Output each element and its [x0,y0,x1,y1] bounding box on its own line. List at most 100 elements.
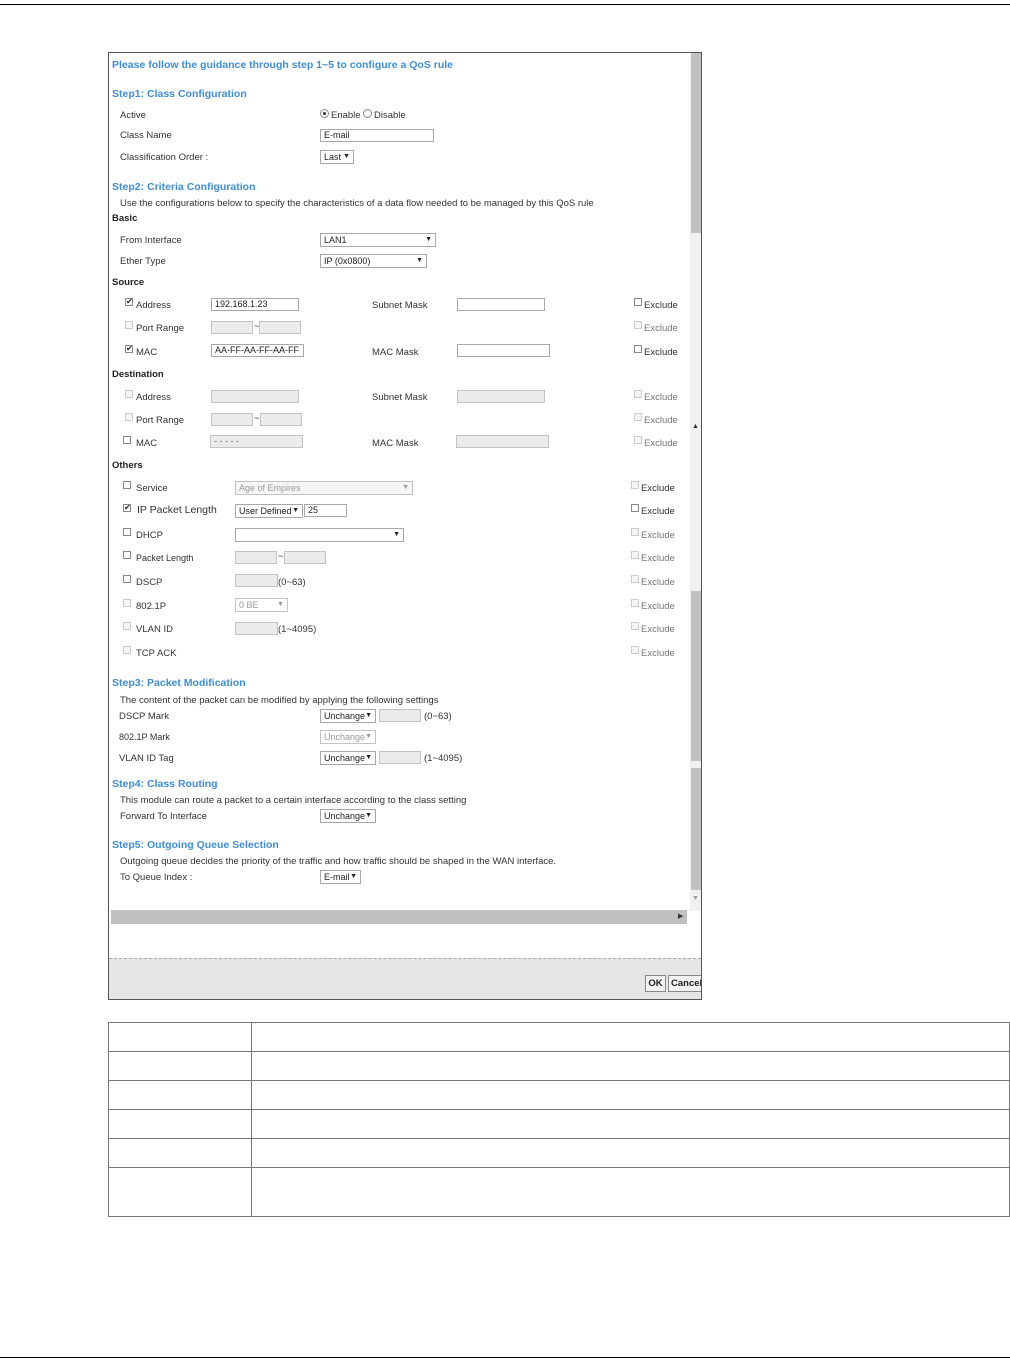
destination-port-range-checkbox[interactable] [125,413,133,421]
scrollbar-thumb-middle[interactable] [691,591,701,761]
table-cell [251,1138,1010,1168]
exclude-label: Exclude [644,347,678,358]
vlan-tag-input[interactable] [379,751,421,764]
destination-label: Destination [112,369,164,380]
chevron-down-icon: ▼ [393,531,400,538]
exclude-label: Exclude [644,415,678,426]
packet-length-checkbox[interactable] [123,551,131,559]
classification-order-select[interactable]: Last ▼ [320,150,354,164]
ip-packet-length-label: IP Packet Length [137,504,217,516]
horizontal-scrollbar[interactable] [111,910,687,924]
scrollbar-thumb-bottom[interactable] [691,768,701,890]
from-interface-select[interactable]: LAN1 ▼ [320,233,436,247]
destination-port-start-input[interactable] [211,413,253,426]
packet-length-label: Packet Length [136,553,194,563]
forward-interface-select[interactable]: Unchange ▼ [320,809,376,823]
scroll-right-icon[interactable]: ▶ [678,912,683,920]
packet-length-exclude-checkbox[interactable] [631,551,639,559]
destination-address-input[interactable] [211,390,299,403]
source-mac-input[interactable]: AA-FF-AA-FF-AA-FF [211,344,304,357]
vlan-tag-select[interactable]: Unchange ▼ [320,751,376,765]
exclude-label: Exclude [641,624,675,635]
enable-radio[interactable] [320,109,329,118]
source-address-exclude-checkbox[interactable] [634,298,642,306]
destination-subnet-mask-label: Subnet Mask [372,392,428,403]
destination-port-end-input[interactable] [260,413,302,426]
dhcp-exclude-checkbox[interactable] [631,528,639,536]
table-row [108,1051,1010,1081]
bottom-rule [0,1357,1010,1358]
source-port-range-checkbox[interactable] [125,321,133,329]
chevron-down-icon: ▼ [365,812,372,819]
scroll-down-icon[interactable]: ▼ [692,895,699,902]
step5-heading: Step5: Outgoing Queue Selection [112,839,279,851]
service-select[interactable]: Age of Empires ▼ [235,481,413,495]
vlan-id-label: VLAN ID [136,624,173,635]
destination-mac-mask-input[interactable] [456,435,549,448]
8021p-checkbox[interactable] [123,599,131,607]
source-mac-mask-input[interactable] [457,344,550,357]
vlan-id-input[interactable] [235,622,278,635]
8021p-exclude-checkbox[interactable] [631,599,639,607]
packet-length-end-input[interactable] [284,551,326,564]
dhcp-label: DHCP [136,530,163,541]
class-name-label: Class Name [120,130,172,141]
source-port-end-input[interactable] [259,321,301,334]
scrollbar-thumb-top[interactable] [691,53,701,233]
dscp-checkbox[interactable] [123,575,131,583]
destination-mac-exclude-checkbox[interactable] [634,436,642,444]
8021p-select[interactable]: 0 BE ▼ [235,598,288,612]
tcp-ack-label: TCP ACK [136,648,177,659]
vertical-scrollbar[interactable]: ▲ ▼ [690,53,701,911]
ether-type-label: Ether Type [120,256,166,267]
dscp-input[interactable] [235,574,278,587]
destination-address-checkbox[interactable] [125,390,133,398]
dhcp-checkbox[interactable] [123,528,131,536]
class-name-input[interactable]: E-mail [320,129,434,142]
source-address-input[interactable]: 192.168.1.23 [211,298,299,311]
scroll-up-icon[interactable]: ▲ [692,423,699,430]
source-mac-exclude-checkbox[interactable] [634,345,642,353]
table-row [108,1080,1010,1110]
ip-packet-length-checkbox[interactable]: ✔ [123,504,131,512]
ip-packet-length-input[interactable]: 25 [304,504,347,517]
exclude-label: Exclude [644,300,678,311]
dhcp-select[interactable]: ▼ [235,528,404,542]
8021p-mark-select[interactable]: Unchange ▼ [320,730,376,744]
dscp-mark-input[interactable] [379,709,421,722]
basic-label: Basic [112,213,138,224]
step1-heading: Step1: Class Configuration [112,88,247,100]
chevron-down-icon: ▼ [365,754,372,761]
source-port-start-input[interactable] [211,321,253,334]
table-cell [251,1167,1010,1217]
ip-packet-length-mode-select[interactable]: User Defined ▼ [235,504,303,518]
destination-address-exclude-checkbox[interactable] [634,390,642,398]
dscp-exclude-checkbox[interactable] [631,575,639,583]
dscp-mark-select[interactable]: Unchange ▼ [320,709,376,723]
tilde-separator: ~ [278,551,284,562]
ether-type-select[interactable]: IP (0x0800) ▼ [320,254,427,268]
disable-radio[interactable] [363,109,372,118]
ok-button[interactable]: OK [645,975,666,992]
vlan-id-checkbox[interactable] [123,622,131,630]
destination-port-exclude-checkbox[interactable] [634,413,642,421]
ip-packet-length-exclude-checkbox[interactable] [631,504,639,512]
tcp-ack-checkbox[interactable] [123,646,131,654]
service-exclude-checkbox[interactable] [631,481,639,489]
queue-index-select[interactable]: E-mail ▼ [320,870,361,884]
cancel-button[interactable]: Cancel [668,975,701,992]
source-address-checkbox[interactable]: ✔ [125,298,133,306]
service-checkbox[interactable] [123,481,131,489]
source-mac-checkbox[interactable]: ✔ [125,345,133,353]
source-port-exclude-checkbox[interactable] [634,321,642,329]
destination-mac-input[interactable]: - - - - - [210,435,303,448]
tcp-ack-exclude-checkbox[interactable] [631,646,639,654]
destination-mac-checkbox[interactable] [123,436,131,444]
destination-subnet-mask-input[interactable] [457,390,545,403]
table-row [108,1138,1010,1168]
top-rule [0,4,1010,5]
source-subnet-mask-input[interactable] [457,298,545,311]
vlan-id-exclude-checkbox[interactable] [631,622,639,630]
source-subnet-mask-label: Subnet Mask [372,300,428,311]
packet-length-start-input[interactable] [235,551,277,564]
